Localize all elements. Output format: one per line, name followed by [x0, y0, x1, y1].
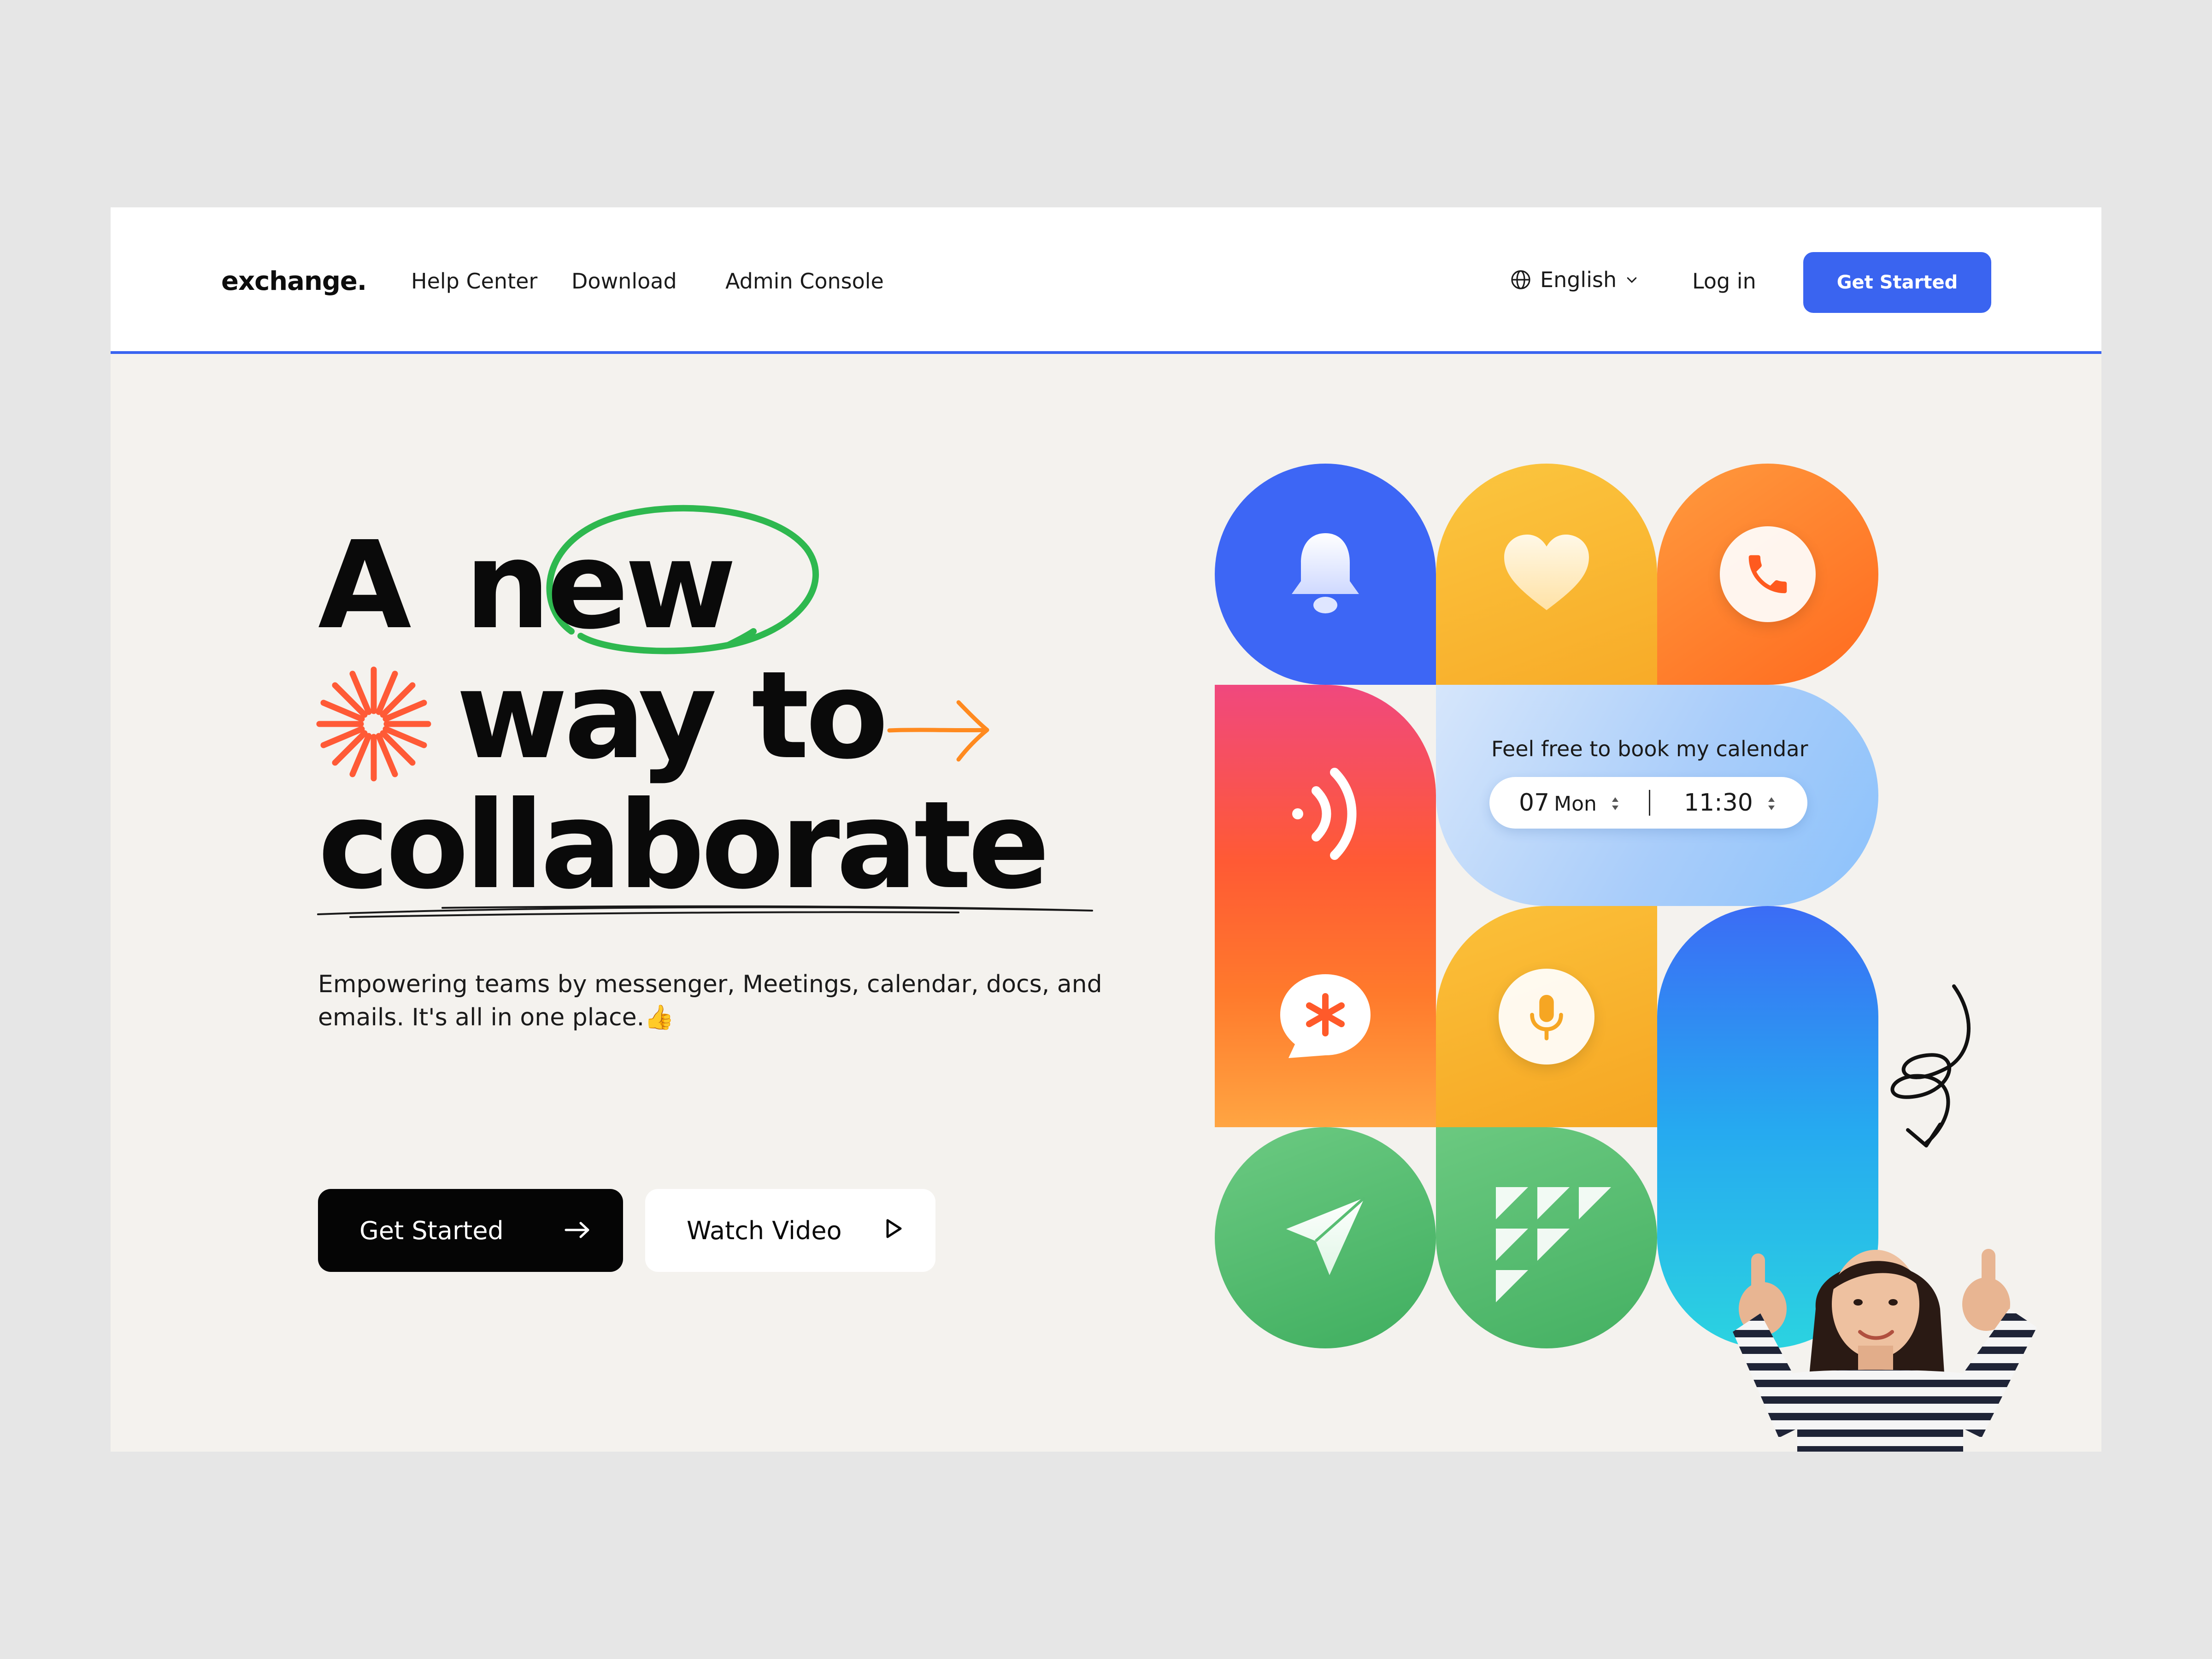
- watch-video-label: Watch Video: [687, 1216, 842, 1245]
- hero-subtitle: Empowering teams by messenger, Meetings,…: [318, 971, 1102, 1031]
- heart-icon: [1500, 532, 1593, 617]
- calendar-picker[interactable]: 07 Mon 11:30: [1489, 777, 1807, 829]
- send-tile: [1215, 1127, 1436, 1348]
- arrow-scribble: [887, 700, 989, 762]
- triangles-icon: [1496, 1187, 1616, 1309]
- time-stepper[interactable]: 11:30: [1684, 789, 1776, 818]
- asterisk-chat-icon: [1275, 971, 1376, 1065]
- picker-divider: [1649, 790, 1650, 816]
- watch-video-button[interactable]: Watch Video: [645, 1189, 935, 1272]
- underline-scribble: [317, 905, 1093, 918]
- arrow-right-icon: [564, 1216, 591, 1245]
- phone-icon: [1720, 526, 1816, 622]
- signal-tile: [1215, 685, 1436, 1127]
- bell-tile: [1215, 464, 1436, 685]
- logo[interactable]: exchange.: [221, 266, 367, 296]
- signal-icon: [1284, 759, 1362, 871]
- time-value: 11:30: [1684, 789, 1753, 817]
- nav-get-started-button[interactable]: Get Started: [1803, 252, 1991, 313]
- triangles-tile: [1436, 1127, 1657, 1348]
- get-started-label: Get Started: [359, 1216, 504, 1245]
- nav-link-help-center[interactable]: Help Center: [411, 269, 537, 294]
- language-label: English: [1540, 267, 1617, 292]
- language-selector[interactable]: English: [1510, 267, 1639, 292]
- send-icon: [1282, 1193, 1369, 1282]
- globe-icon: [1510, 269, 1532, 291]
- chevron-down-icon: [1625, 273, 1639, 287]
- day-name: Mon: [1554, 792, 1597, 816]
- calendar-label: Feel free to book my calendar: [1491, 736, 1808, 761]
- headline-word-new: new: [465, 515, 736, 656]
- phone-tile: [1657, 464, 1878, 685]
- mic-tile: [1436, 906, 1657, 1127]
- stepper-arrows-icon[interactable]: [1611, 790, 1620, 818]
- headline-word-a: A: [318, 515, 412, 656]
- play-icon: [885, 1216, 903, 1245]
- day-number: 07: [1519, 789, 1550, 817]
- login-link[interactable]: Log in: [1692, 269, 1756, 294]
- person-avatar: [1733, 1249, 2037, 1452]
- top-navbar: exchange. Help Center Download Admin Con…: [111, 207, 2101, 354]
- squiggle-arrow: [1890, 984, 1971, 1147]
- headline-line-1: A new: [318, 521, 1101, 651]
- day-stepper[interactable]: 07 Mon: [1519, 789, 1620, 818]
- sunburst: [316, 666, 431, 782]
- stepper-arrows-icon[interactable]: [1767, 790, 1776, 818]
- get-started-button[interactable]: Get Started: [318, 1189, 623, 1272]
- nav-link-download[interactable]: Download: [571, 269, 677, 294]
- landing-page: exchange. Help Center Download Admin Con…: [111, 207, 2101, 1452]
- bell-icon: [1286, 529, 1365, 619]
- headline-line-3: collaborate: [318, 775, 1050, 916]
- heart-tile: [1436, 464, 1657, 685]
- nav-link-admin-console[interactable]: Admin Console: [725, 269, 884, 294]
- mic-icon: [1499, 969, 1594, 1065]
